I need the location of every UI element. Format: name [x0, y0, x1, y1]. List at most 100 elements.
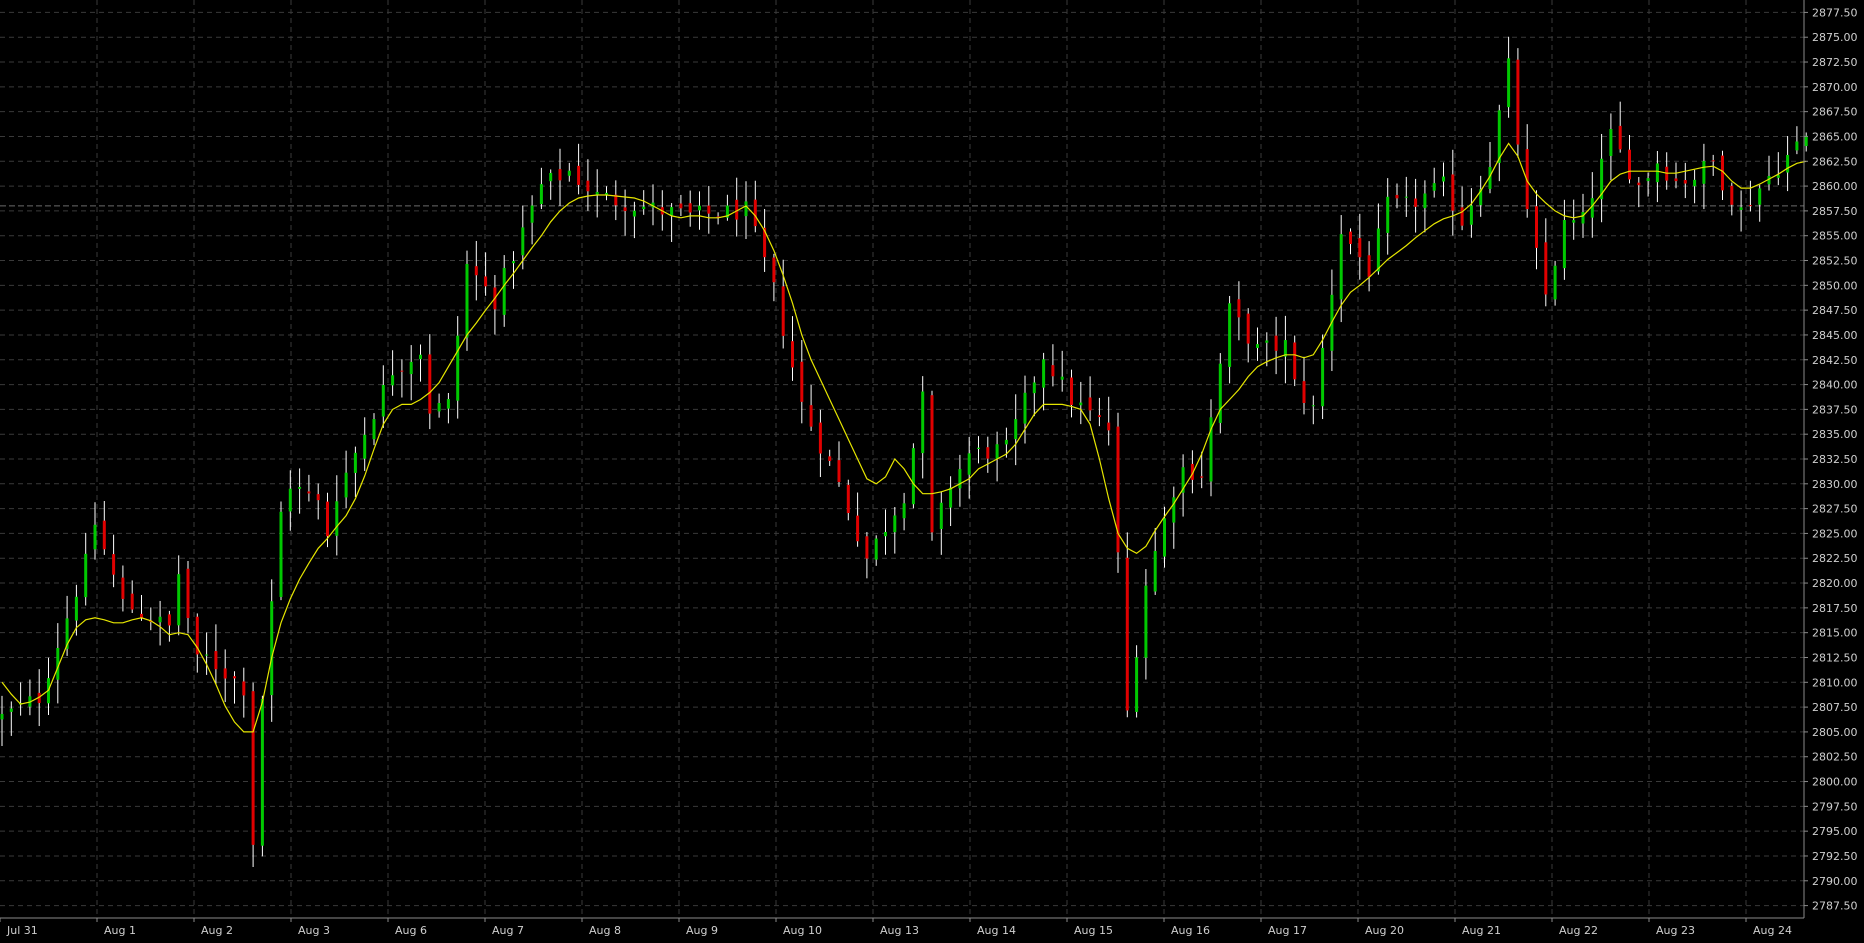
candlestick-chart-svg[interactable]: 2787.50 2790.00 2792.50 2795.00 2797.50 2800.…: [0, 0, 1864, 943]
y-tick-label: 2805.00: [1812, 726, 1858, 739]
y-tick-label: 2847.50: [1812, 304, 1858, 317]
y-tick-label: 2862.50: [1812, 155, 1858, 168]
candle-body-bear: [326, 501, 329, 537]
candle-body-bear: [623, 207, 627, 212]
candle-body-bear: [242, 681, 246, 696]
candle-body-bull: [995, 444, 999, 459]
candle-body-bull: [911, 448, 915, 505]
x-tick-label: Aug 3: [298, 924, 330, 937]
candle-body-bear: [1237, 299, 1241, 318]
candle-body-bull: [632, 210, 636, 217]
candle-body-bear: [688, 203, 692, 213]
candle-body-bear: [837, 460, 841, 483]
candle-body-bear: [818, 422, 822, 454]
candle-body-bear: [558, 169, 562, 181]
candle-body-bear: [1107, 422, 1111, 431]
candle-body-bull: [1283, 340, 1287, 357]
candle-body-bear: [1460, 207, 1464, 226]
x-tick-label: Aug 7: [492, 924, 524, 937]
candle-body-bull: [1014, 419, 1018, 440]
candle-body-bear: [1395, 194, 1399, 199]
x-tick-label: Aug 16: [1171, 924, 1210, 937]
y-tick-label: 2812.50: [1812, 651, 1858, 664]
x-tick-label: Aug 13: [880, 924, 919, 937]
candle-body-bear: [1748, 205, 1752, 207]
candle-body-bull: [446, 399, 450, 409]
candle-body-bear: [307, 491, 311, 494]
x-tick-label: Jul 31: [6, 924, 38, 937]
candle-body-bull: [288, 488, 292, 512]
y-tick-label: 2795.00: [1812, 825, 1858, 838]
y-tick-label: 2800.00: [1812, 776, 1858, 789]
x-tick-label: Aug 24: [1753, 924, 1792, 937]
candle-body-bull: [1228, 303, 1232, 367]
candle-body-bear: [800, 361, 804, 402]
candle-body-bear: [846, 484, 850, 514]
candle-body-bull: [93, 524, 97, 550]
candle-body-bear: [1637, 182, 1641, 186]
candle-body-bull: [205, 654, 209, 656]
candle-body-bull: [567, 170, 571, 176]
candle-body-bull: [456, 335, 460, 401]
x-tick-label: Aug 21: [1462, 924, 1501, 937]
candle-body-bull: [381, 384, 385, 417]
candle-body-bear: [1711, 160, 1715, 162]
x-tick-label: Aug 10: [783, 924, 822, 937]
candle-body-bear: [428, 354, 432, 414]
candle-body-bull: [521, 227, 525, 256]
candle-body-bear: [167, 614, 171, 626]
candle-body-bear: [102, 520, 106, 550]
candle-body-bull: [84, 553, 88, 598]
y-tick-label: 2835.00: [1812, 428, 1858, 441]
candle-body-bull: [1339, 234, 1343, 300]
candle-body-bull: [74, 596, 78, 621]
candle-body-bear: [1674, 178, 1678, 182]
candle-body-bull: [437, 403, 441, 412]
candle-body-bear: [791, 341, 794, 368]
y-tick-label: 2817.50: [1812, 602, 1858, 615]
y-tick-label: 2870.00: [1812, 81, 1858, 94]
candle-body-bear: [1051, 365, 1055, 377]
candle-body-bull: [1311, 405, 1315, 407]
time-axis: Jul 31 Aug 1 Aug 2 Aug 3 Aug 6 Aug 7 Aug 8 Aug …: [0, 918, 1792, 937]
candle-body-bear: [809, 405, 813, 427]
x-tick-label: Aug 8: [589, 924, 621, 937]
candle-body-bull: [939, 502, 943, 529]
candle-body-bear: [1246, 313, 1250, 344]
y-tick-label: 2802.50: [1812, 751, 1858, 764]
candle-body-bull: [884, 531, 887, 537]
candle-body-bull: [279, 511, 283, 597]
x-tick-label: Aug 17: [1268, 924, 1307, 937]
candle-body-bull: [1655, 163, 1659, 183]
candle-body-bull: [921, 391, 925, 454]
candle-body-bull: [1153, 550, 1157, 592]
candle-body-bull: [744, 201, 748, 217]
candle-body-bull: [353, 452, 357, 473]
candle-body-bear: [772, 257, 776, 283]
y-tick-label: 2867.50: [1812, 106, 1858, 119]
candle-body-bull: [1135, 657, 1139, 712]
candle-body-bear: [316, 494, 320, 501]
candle-body-bull: [1609, 128, 1613, 156]
candle-body-bull: [958, 469, 962, 489]
candle-body-bear: [1358, 238, 1362, 258]
candle-body-bear: [140, 613, 143, 618]
candle-body-bear: [130, 593, 134, 610]
candle-body-bull: [465, 263, 469, 338]
candle-body-bear: [233, 676, 236, 679]
candle-body-bull: [949, 487, 953, 508]
y-tick-label: 2845.00: [1812, 329, 1858, 342]
candle-body-bull: [1163, 518, 1166, 557]
candle-body-bull: [177, 574, 181, 626]
candle-body-bull: [1042, 359, 1046, 388]
y-tick-label: 2792.50: [1812, 850, 1858, 863]
y-tick-label: 2822.50: [1812, 552, 1858, 565]
y-tick-label: 2830.00: [1812, 478, 1858, 491]
candle-body-bull: [419, 354, 422, 360]
candle-body-bull: [670, 207, 674, 216]
y-tick-label: 2820.00: [1812, 577, 1858, 590]
price-chart[interactable]: 2787.50 2790.00 2792.50 2795.00 2797.50 2800.…: [0, 0, 1864, 943]
candle-body-bull: [335, 501, 339, 536]
candle-body-bear: [1730, 185, 1734, 205]
candle-body-bull: [1562, 219, 1566, 269]
